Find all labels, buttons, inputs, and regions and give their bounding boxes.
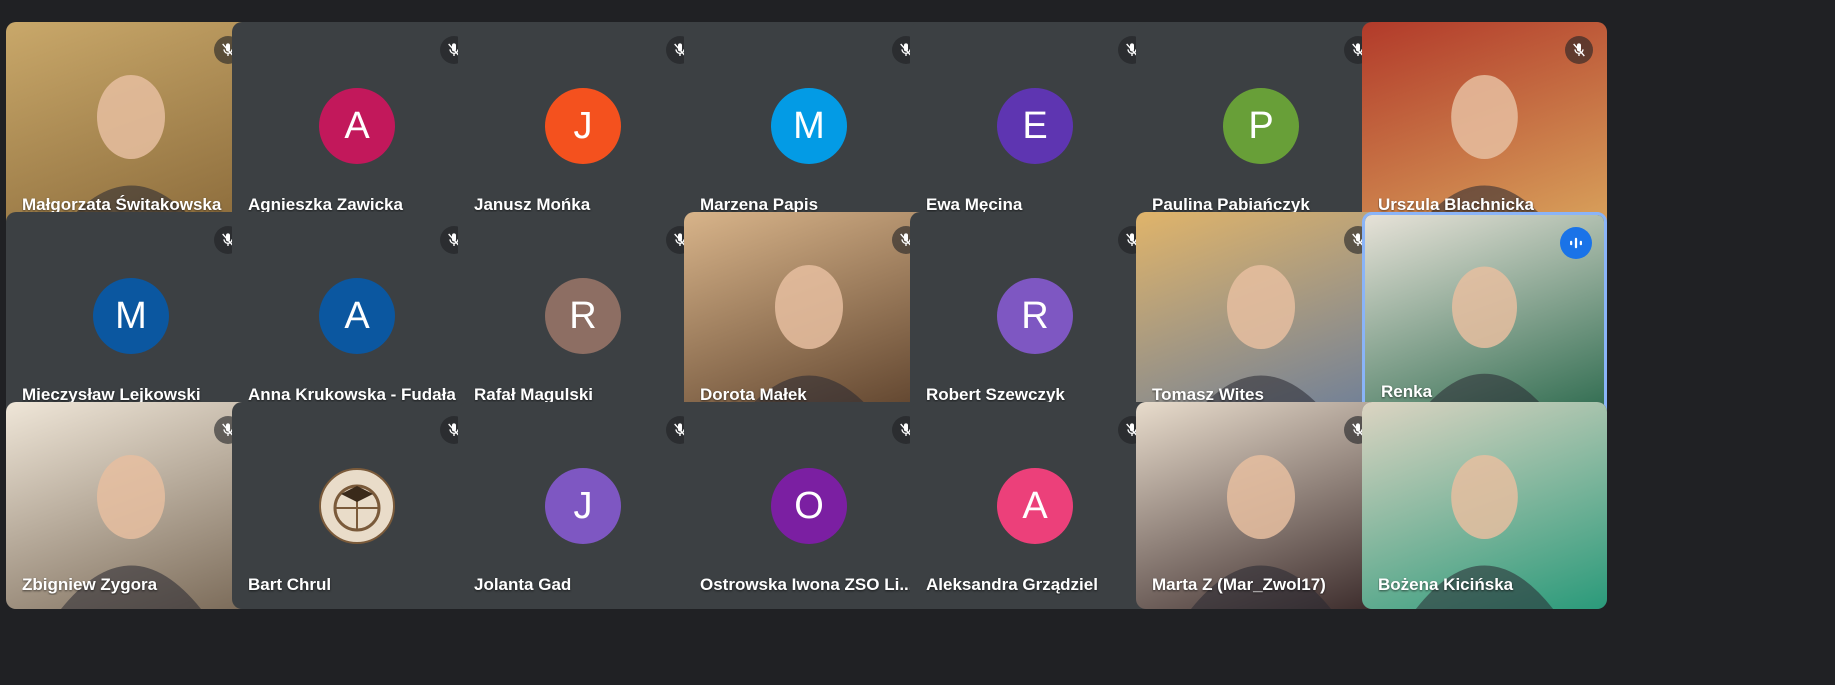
avatar: A [997,467,1073,544]
participant-tile[interactable]: Małgorzata Świtakowska [6,22,256,229]
participant-tile[interactable]: Tomasz Wites [1136,212,1386,419]
avatar: A [319,87,395,164]
avatar: O [771,467,847,544]
avatar: J [545,467,621,544]
participant-tile[interactable]: J Janusz Mońka [458,22,708,229]
participant-tile[interactable]: Urszula Blachnicka [1362,22,1607,229]
participant-tile[interactable]: O Ostrowska Iwona ZSO Li... [684,402,934,609]
mic-off-icon [1565,36,1593,64]
participant-tile[interactable]: R Rafał Magulski [458,212,708,419]
participant-tile[interactable]: J Jolanta Gad [458,402,708,609]
participant-name: Aleksandra Grządziel [926,575,1098,594]
avatar: J [545,87,621,164]
participant-tile[interactable]: Bart Chrul [232,402,482,609]
participant-name: Bart Chrul [248,575,332,594]
participant-tile[interactable]: P Paulina Pabiańczyk [1136,22,1386,229]
participant-tile[interactable]: A Aleksandra Grządziel [910,402,1160,609]
avatar: M [771,87,847,164]
participant-name: Zbigniew Zygora [22,575,158,594]
participant-name: Ostrowska Iwona ZSO Li... [700,575,914,594]
participant-tile[interactable]: M Mieczysław Lejkowski [6,212,256,419]
avatar: R [997,277,1073,354]
participant-name: Bożena Kicińska [1378,575,1514,594]
participant-name: Renka [1381,382,1433,401]
graduation-globe-icon [319,467,395,544]
participant-tile[interactable]: M Marzena Papis [684,22,934,229]
participant-tile[interactable]: Zbigniew Zygora [6,402,256,609]
participant-tile[interactable]: R Robert Szewczyk [910,212,1160,419]
avatar: A [319,277,395,354]
participant-tile[interactable]: Renka [1362,212,1607,419]
participant-tile[interactable]: E Ewa Męcina [910,22,1160,229]
avatar: M [93,277,169,354]
participant-tile[interactable]: A Anna Krukowska - Fudała [232,212,482,419]
participant-tile[interactable]: Marta Z (Mar_Zwol17) [1136,402,1386,609]
participant-tile[interactable]: Bożena Kicińska [1362,402,1607,609]
participant-tile[interactable]: Dorota Małek [684,212,934,419]
participant-name: Marta Z (Mar_Zwol17) [1152,575,1326,594]
avatar: E [997,87,1073,164]
avatar: P [1223,87,1299,164]
participant-tile[interactable]: A Agnieszka Zawicka [232,22,482,229]
participant-grid: Małgorzata Świtakowska A Agnieszka Zawicka… [0,0,1835,685]
participant-name: Jolanta Gad [474,575,572,594]
speaking-indicator-icon [1560,227,1592,259]
avatar: R [545,277,621,354]
